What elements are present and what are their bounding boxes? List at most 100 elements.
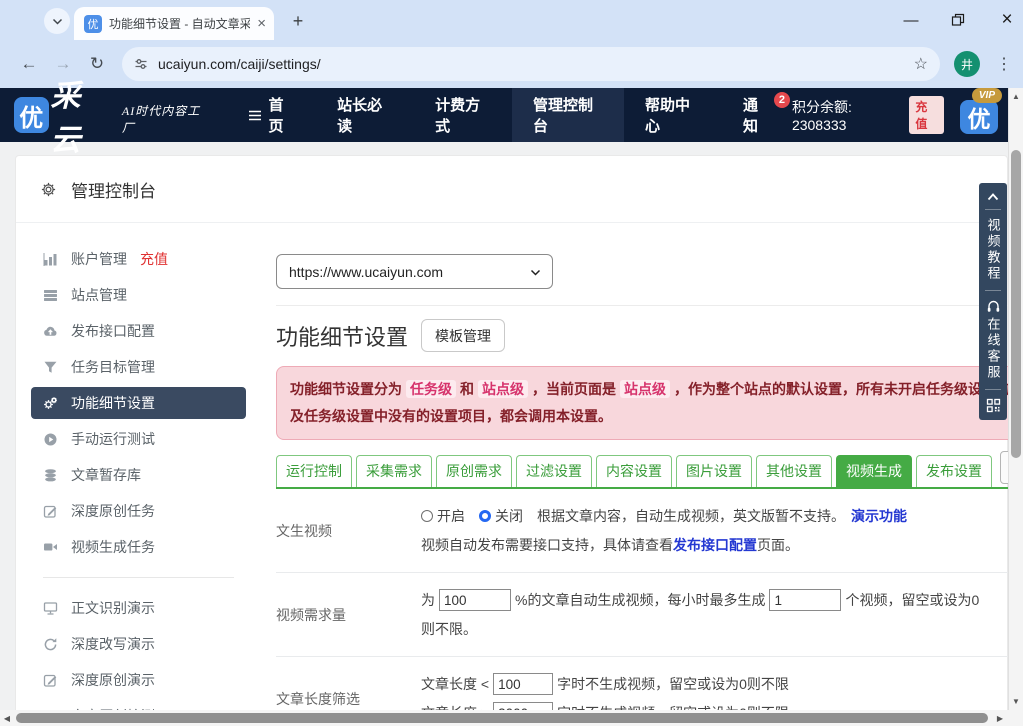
sidebar-item-rewrite-demo[interactable]: 深度改写演示	[31, 628, 246, 660]
online-service-link[interactable]: 在线客服	[984, 317, 1003, 381]
sidebar-item-manual-test[interactable]: 手动运行测试	[31, 423, 246, 455]
refresh-icon	[43, 637, 58, 652]
sidebar-item-detail-settings[interactable]: 功能细节设置	[31, 387, 246, 419]
demo-link[interactable]: 演示功能	[851, 505, 907, 527]
scrollbar-corner	[1008, 710, 1023, 726]
tab-search-button[interactable]	[44, 8, 70, 34]
avatar-letter: 优	[960, 100, 998, 134]
headset-icon[interactable]	[986, 299, 1001, 313]
logo-tagline: AI时代内容工厂	[122, 102, 210, 136]
browser-tab[interactable]: 优 功能细节设置 - 自动文章采集器 ×	[74, 7, 274, 40]
sidebar-item-label: 发布接口配置	[71, 321, 155, 341]
divider	[276, 305, 1023, 306]
bookmark-star-icon[interactable]: ☆	[914, 54, 928, 74]
row-desc: 则不限。	[421, 618, 477, 640]
scroll-right-arrow[interactable]: ▶	[992, 714, 1008, 723]
edit-icon	[43, 673, 58, 688]
profile-avatar[interactable]: 井	[954, 51, 980, 77]
sidebar-item-label: 深度原创演示	[71, 670, 155, 690]
nav-item-console[interactable]: 管理控制台	[512, 88, 624, 142]
sidebar-divider	[43, 577, 234, 578]
sidebar-item-sites[interactable]: 站点管理	[31, 279, 246, 311]
row-label: 视频需求量	[276, 605, 421, 625]
tab-original-demand[interactable]: 原创需求	[436, 455, 512, 487]
user-avatar[interactable]: 优 VIP	[960, 100, 998, 136]
notice-text: 和	[460, 381, 474, 397]
scroll-down-arrow[interactable]: ▼	[1009, 697, 1023, 706]
horizontal-scrollbar[interactable]: ◀ ▶	[0, 710, 1008, 726]
sidebar-item-label: 视频生成任务	[71, 537, 155, 557]
sidebar-item-deep-original-task[interactable]: 深度原创任务	[31, 495, 246, 527]
window-controls: — ×	[903, 0, 1015, 40]
form-row-text-to-video: 文生视频 开启 关闭 根据文章内容，自动生成视频，英文版暂不支持。 演示功能 视…	[276, 489, 1023, 573]
publish-api-link[interactable]: 发布接口配置	[673, 534, 757, 556]
radio-label[interactable]: 关闭	[495, 505, 523, 527]
nav-item-home[interactable]: 首页	[227, 88, 316, 142]
tab-close-icon[interactable]: ×	[257, 16, 266, 31]
nav-item-must-read[interactable]: 站长必读	[316, 88, 414, 142]
tab-publish-settings[interactable]: 发布设置	[916, 455, 992, 487]
row-desc: 为	[421, 589, 435, 611]
site-nav: 优 采云 AI时代内容工厂 首页 站长必读 计费方式 管理控制台 帮助中心 通知…	[0, 88, 1008, 142]
sidebar-item-article-store[interactable]: 文章暂存库	[31, 459, 246, 491]
level-badge: 站点级	[478, 380, 528, 398]
sidebar-item-label: 手动运行测试	[71, 429, 155, 449]
radio-on[interactable]	[421, 510, 433, 522]
horizontal-scroll-thumb[interactable]	[16, 713, 988, 723]
site-settings-icon[interactable]	[134, 57, 148, 71]
video-tutorial-link[interactable]: 视频教程	[984, 218, 1003, 282]
url-text[interactable]: ucaiyun.com/caiji/settings/	[158, 56, 904, 72]
template-manage-button[interactable]: 模板管理	[421, 319, 505, 352]
qr-code-icon[interactable]	[986, 398, 1001, 413]
tab-collect-demand[interactable]: 采集需求	[356, 455, 432, 487]
address-bar[interactable]: ucaiyun.com/caiji/settings/ ☆	[122, 47, 940, 81]
page-title: 管理控制台	[71, 177, 156, 202]
restore-button[interactable]	[951, 13, 967, 27]
tab-run-control[interactable]: 运行控制	[276, 455, 352, 487]
close-button[interactable]: ×	[999, 9, 1015, 31]
tab-video-generation[interactable]: 视频生成	[836, 455, 912, 487]
content-card: 管理控制台 账户管理 充值 站点管理 发布接口配置	[15, 155, 1008, 726]
site-logo[interactable]: 优 采云 AI时代内容工厂	[14, 71, 209, 159]
sidebar-item-label: 深度原创任务	[71, 501, 155, 521]
sidebar-item-account[interactable]: 账户管理 充值	[31, 243, 246, 275]
tab-content-settings[interactable]: 内容设置	[596, 455, 672, 487]
notification-badge: 2	[774, 92, 790, 108]
tab-filter-settings[interactable]: 过滤设置	[516, 455, 592, 487]
site-select[interactable]: https://www.ucaiyun.com	[276, 254, 553, 289]
sidebar-item-original-demo[interactable]: 深度原创演示	[31, 664, 246, 696]
browser-menu-icon[interactable]: ⋮	[994, 54, 1014, 74]
sidebar-item-publish-api[interactable]: 发布接口配置	[31, 315, 246, 347]
tab-image-settings[interactable]: 图片设置	[676, 455, 752, 487]
recharge-button[interactable]: 充值	[909, 96, 944, 134]
section-title: 功能细节设置	[276, 320, 408, 352]
nav-item-help[interactable]: 帮助中心	[624, 88, 722, 142]
recharge-link[interactable]: 充值	[140, 249, 168, 269]
scroll-left-arrow[interactable]: ◀	[0, 714, 14, 723]
nav-item-label: 计费方式	[435, 94, 491, 136]
sidebar-item-video-task[interactable]: 视频生成任务	[31, 531, 246, 563]
vertical-scroll-thumb[interactable]	[1011, 150, 1021, 458]
row-desc: 字时不生成视频，留空或设为0则不限	[557, 673, 789, 695]
server-icon	[43, 288, 58, 303]
play-icon	[43, 432, 58, 447]
tab-other-settings[interactable]: 其他设置	[756, 455, 832, 487]
nav-item-notifications[interactable]: 通知 2	[722, 88, 792, 142]
tab-title: 功能细节设置 - 自动文章采集器	[109, 15, 250, 32]
nav-item-billing[interactable]: 计费方式	[414, 88, 512, 142]
sidebar-item-body-recognition-demo[interactable]: 正文识别演示	[31, 592, 246, 624]
sidebar-item-task-targets[interactable]: 任务目标管理	[31, 351, 246, 383]
videos-per-hour-input[interactable]	[769, 589, 841, 611]
min-length-input[interactable]	[493, 673, 553, 695]
radio-label[interactable]: 开启	[437, 505, 465, 527]
radio-off[interactable]	[479, 510, 491, 522]
row-label: 文章长度筛选	[276, 689, 421, 709]
scroll-up-arrow[interactable]: ▲	[1009, 92, 1023, 101]
back-to-top-icon[interactable]	[986, 191, 1000, 201]
monitor-icon	[43, 601, 58, 616]
vertical-scrollbar[interactable]: ▲ ▼	[1008, 88, 1023, 710]
row-desc: 页面。	[757, 534, 799, 556]
new-tab-button[interactable]: +	[286, 9, 310, 33]
video-percent-input[interactable]	[439, 589, 511, 611]
minimize-button[interactable]: —	[903, 12, 919, 29]
